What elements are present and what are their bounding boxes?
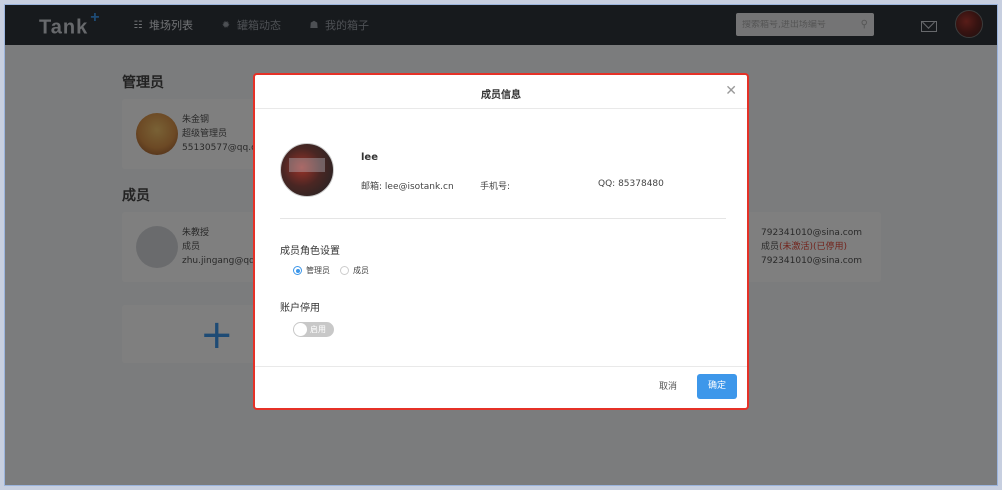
dialog-header: 成员信息 ✕ xyxy=(255,75,747,109)
member-name: lee xyxy=(361,152,378,163)
role-radio-group: 管理员 成员 xyxy=(293,265,369,276)
dialog-footer: 取消 确定 xyxy=(255,366,747,408)
confirm-button[interactable]: 确定 xyxy=(697,374,737,399)
toggle-label: 启用 xyxy=(310,325,326,334)
member-phone: 手机号: xyxy=(480,179,510,192)
avatar xyxy=(280,143,334,197)
radio-label: 成员 xyxy=(353,266,369,275)
disable-section-title: 账户停用 xyxy=(280,303,320,314)
radio-label: 管理员 xyxy=(306,266,330,275)
qq-label: QQ: xyxy=(598,179,616,189)
app-window: Tank+ ☷ 堆场列表 ✹ 罐箱动态 ☗ 我的箱子 ⚲ 管理员 xyxy=(4,4,998,486)
account-toggle[interactable]: 启用 xyxy=(293,322,334,337)
radio-checked-icon xyxy=(293,266,302,275)
member-email: 邮箱: lee@isotank.cn xyxy=(361,179,454,192)
role-section-title: 成员角色设置 xyxy=(280,246,340,257)
email-value: lee@isotank.cn xyxy=(384,182,454,192)
email-label: 邮箱: xyxy=(361,182,383,192)
radio-member[interactable]: 成员 xyxy=(340,265,369,276)
dialog-title: 成员信息 xyxy=(481,90,521,101)
member-info-dialog: 成员信息 ✕ lee 邮箱: lee@isotank.cn 手机号: QQ: 8… xyxy=(253,73,749,410)
member-qq: QQ: 85378480 xyxy=(598,179,664,189)
phone-label: 手机号: xyxy=(480,182,511,192)
cancel-button[interactable]: 取消 xyxy=(659,379,677,392)
divider xyxy=(280,218,726,219)
qq-value: 85378480 xyxy=(618,179,664,189)
radio-unchecked-icon xyxy=(340,266,349,275)
radio-admin[interactable]: 管理员 xyxy=(293,265,330,276)
close-icon[interactable]: ✕ xyxy=(725,83,737,99)
toggle-knob xyxy=(294,323,307,336)
